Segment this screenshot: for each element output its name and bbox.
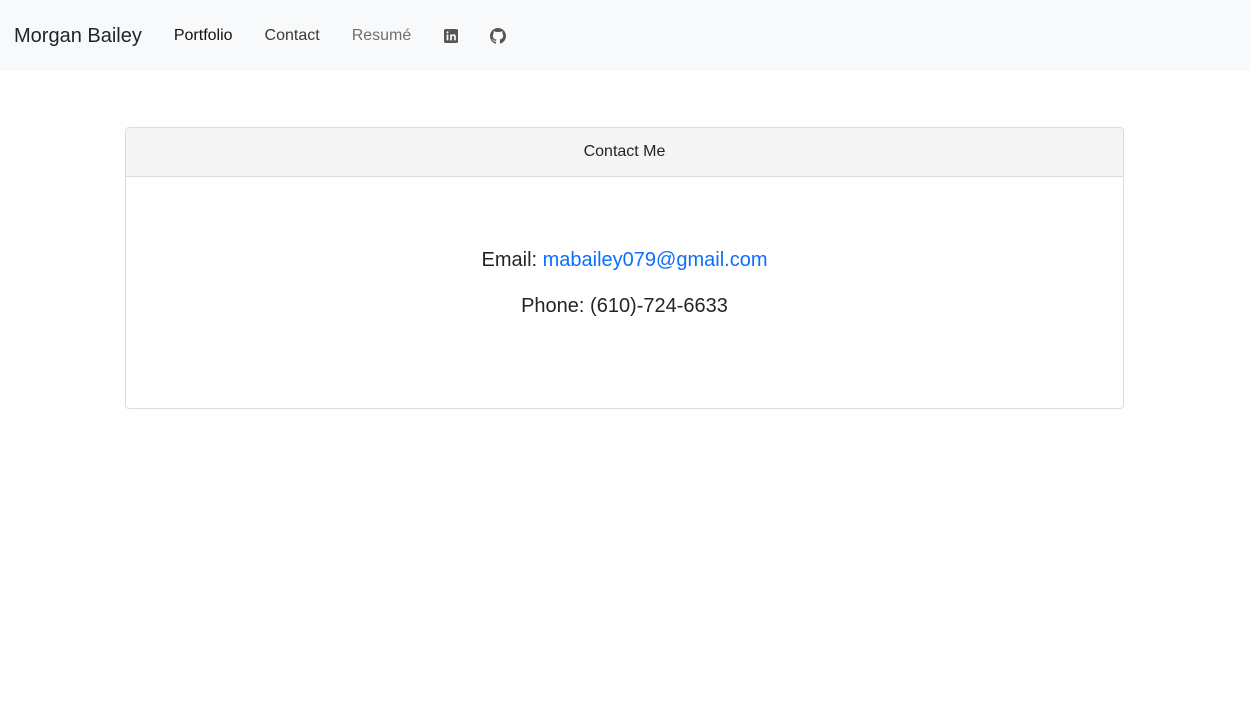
nav-link-resume[interactable]: Resumé xyxy=(352,27,412,44)
card-body: Email: mabailey079@gmail.com Phone: (610… xyxy=(126,177,1123,318)
contact-card: Contact Me Email: mabailey079@gmail.com … xyxy=(125,127,1124,409)
card-header: Contact Me xyxy=(126,128,1123,177)
phone-label: Phone: xyxy=(521,295,591,317)
github-icon[interactable] xyxy=(490,27,507,44)
phone-row: Phone: (610)-724-6633 xyxy=(126,294,1123,318)
email-row: Email: mabailey079@gmail.com xyxy=(126,248,1123,272)
nav-link-contact[interactable]: Contact xyxy=(265,27,320,44)
phone-value: (610)-724-6633 xyxy=(590,295,728,317)
linkedin-icon[interactable] xyxy=(443,28,459,44)
nav-link-portfolio[interactable]: Portfolio xyxy=(174,27,233,44)
email-label: Email: xyxy=(481,249,543,271)
navbar: Morgan Bailey Portfolio Contact Resumé xyxy=(0,0,1250,71)
card-title: Contact Me xyxy=(583,143,666,160)
email-link[interactable]: mabailey079@gmail.com xyxy=(543,249,768,271)
brand-link[interactable]: Morgan Bailey xyxy=(14,26,142,46)
